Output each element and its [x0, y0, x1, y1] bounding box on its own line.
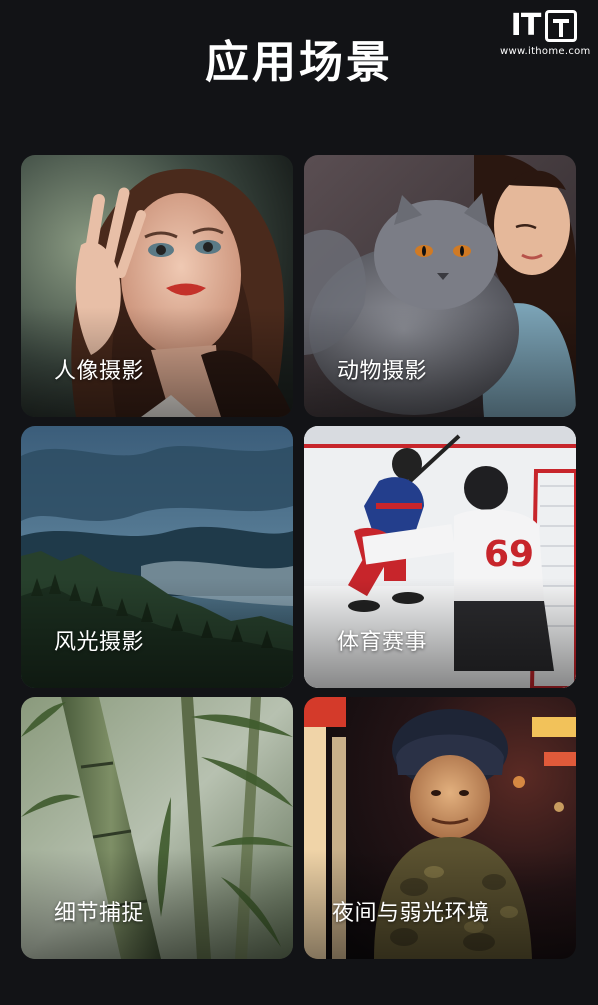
- watermark-url: www.ithome.com: [500, 46, 591, 57]
- scene-card-night[interactable]: 夜间与弱光环境: [304, 697, 576, 959]
- scene-card-animal[interactable]: 动物摄影: [304, 155, 576, 417]
- card-label: 人像摄影: [54, 359, 145, 384]
- svg-text:69: 69: [484, 534, 534, 575]
- ithome-watermark: IT www.ithome.com: [500, 9, 591, 58]
- card-label: 夜间与弱光环境: [332, 901, 490, 926]
- scene-card-portrait[interactable]: 人像摄影: [21, 155, 293, 417]
- ithome-logo: IT: [500, 9, 588, 43]
- card-label: 风光摄影: [54, 630, 145, 655]
- card-label: 细节捕捉: [54, 901, 145, 926]
- scene-card-detail[interactable]: 细节捕捉: [21, 697, 293, 959]
- scene-card-sports[interactable]: 69 体育赛事: [304, 426, 576, 688]
- card-label: 动物摄影: [337, 359, 428, 384]
- card-label: 体育赛事: [337, 630, 428, 655]
- scene-card-landscape[interactable]: 风光摄影: [21, 426, 293, 688]
- logo-it-text: IT: [510, 8, 542, 43]
- logo-home-icon: [545, 10, 578, 42]
